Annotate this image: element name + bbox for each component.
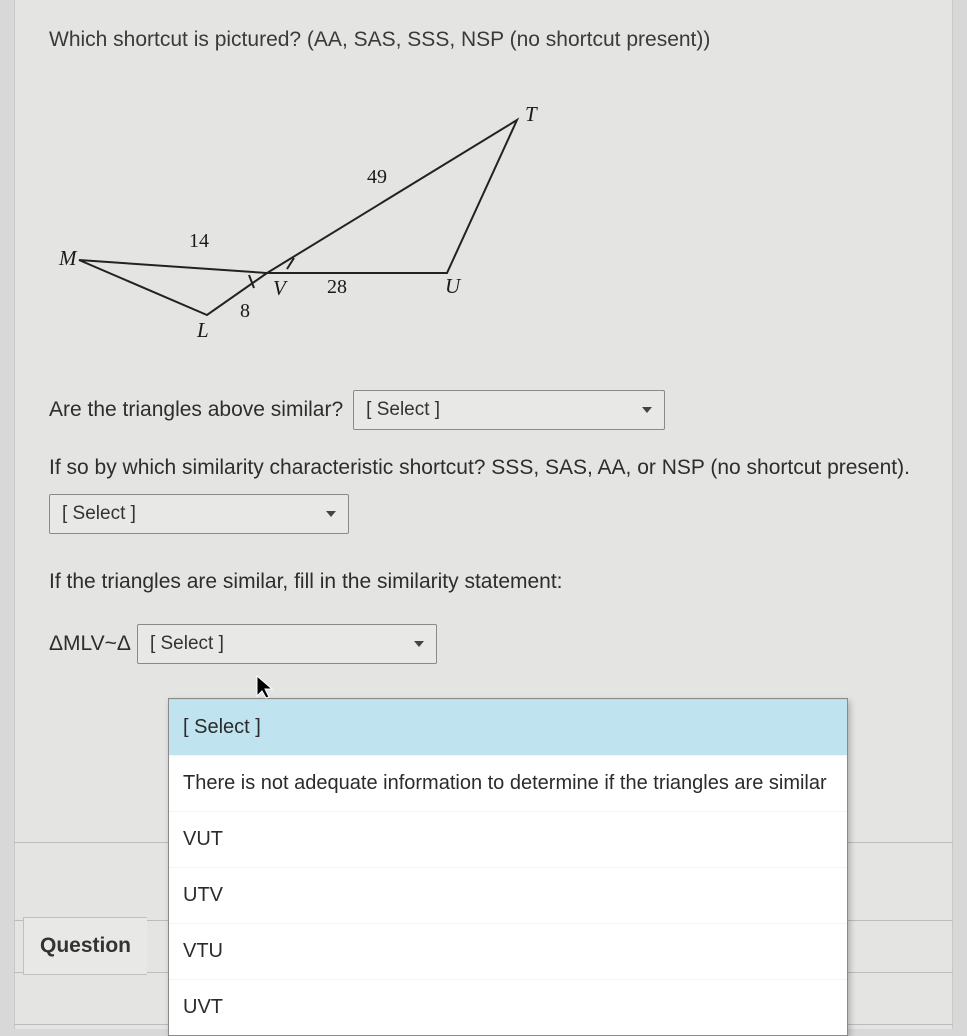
dropdown-option[interactable]: VTU [169, 923, 847, 979]
dropdown-option[interactable]: VUT [169, 811, 847, 867]
cursor-icon [255, 674, 275, 700]
length-ML: 14 [189, 230, 209, 253]
length-VU: 28 [327, 276, 347, 299]
point-M: M [59, 246, 77, 271]
dropdown-option[interactable]: There is not adequate information to det… [169, 755, 847, 811]
geometry-figure: M L V U T 14 8 28 49 [49, 80, 609, 360]
q1-text: Are the triangles above similar? [49, 398, 343, 422]
point-U: U [445, 274, 460, 299]
length-LV: 8 [240, 300, 250, 323]
q3-text: If the triangles are similar, fill in th… [49, 570, 563, 593]
point-V: V [273, 276, 286, 301]
q3-select[interactable]: [ Select ] [137, 624, 437, 664]
question-tab[interactable]: Question [23, 917, 147, 975]
chevron-down-icon [326, 511, 336, 517]
q3-select-label: [ Select ] [150, 633, 224, 655]
dropdown-option[interactable]: UTV [169, 867, 847, 923]
point-L: L [197, 318, 209, 343]
q1-select[interactable]: [ Select ] [353, 390, 665, 430]
chevron-down-icon [414, 641, 424, 647]
length-VT: 49 [367, 166, 387, 189]
q2-select-label: [ Select ] [62, 503, 136, 525]
q2-select[interactable]: [ Select ] [49, 494, 349, 534]
similarity-prefix: ΔMLV~Δ [49, 632, 131, 656]
question-prompt: Which shortcut is pictured? (AA, SAS, SS… [49, 28, 918, 52]
point-T: T [525, 102, 537, 127]
q3-dropdown[interactable]: [ Select ] There is not adequate informa… [168, 698, 848, 1036]
q2-text: If so by which similarity characteristic… [49, 456, 918, 480]
dropdown-option[interactable]: [ Select ] [169, 699, 847, 755]
q1-select-label: [ Select ] [366, 399, 440, 421]
chevron-down-icon [642, 407, 652, 413]
dropdown-option[interactable]: UVT [169, 979, 847, 1035]
